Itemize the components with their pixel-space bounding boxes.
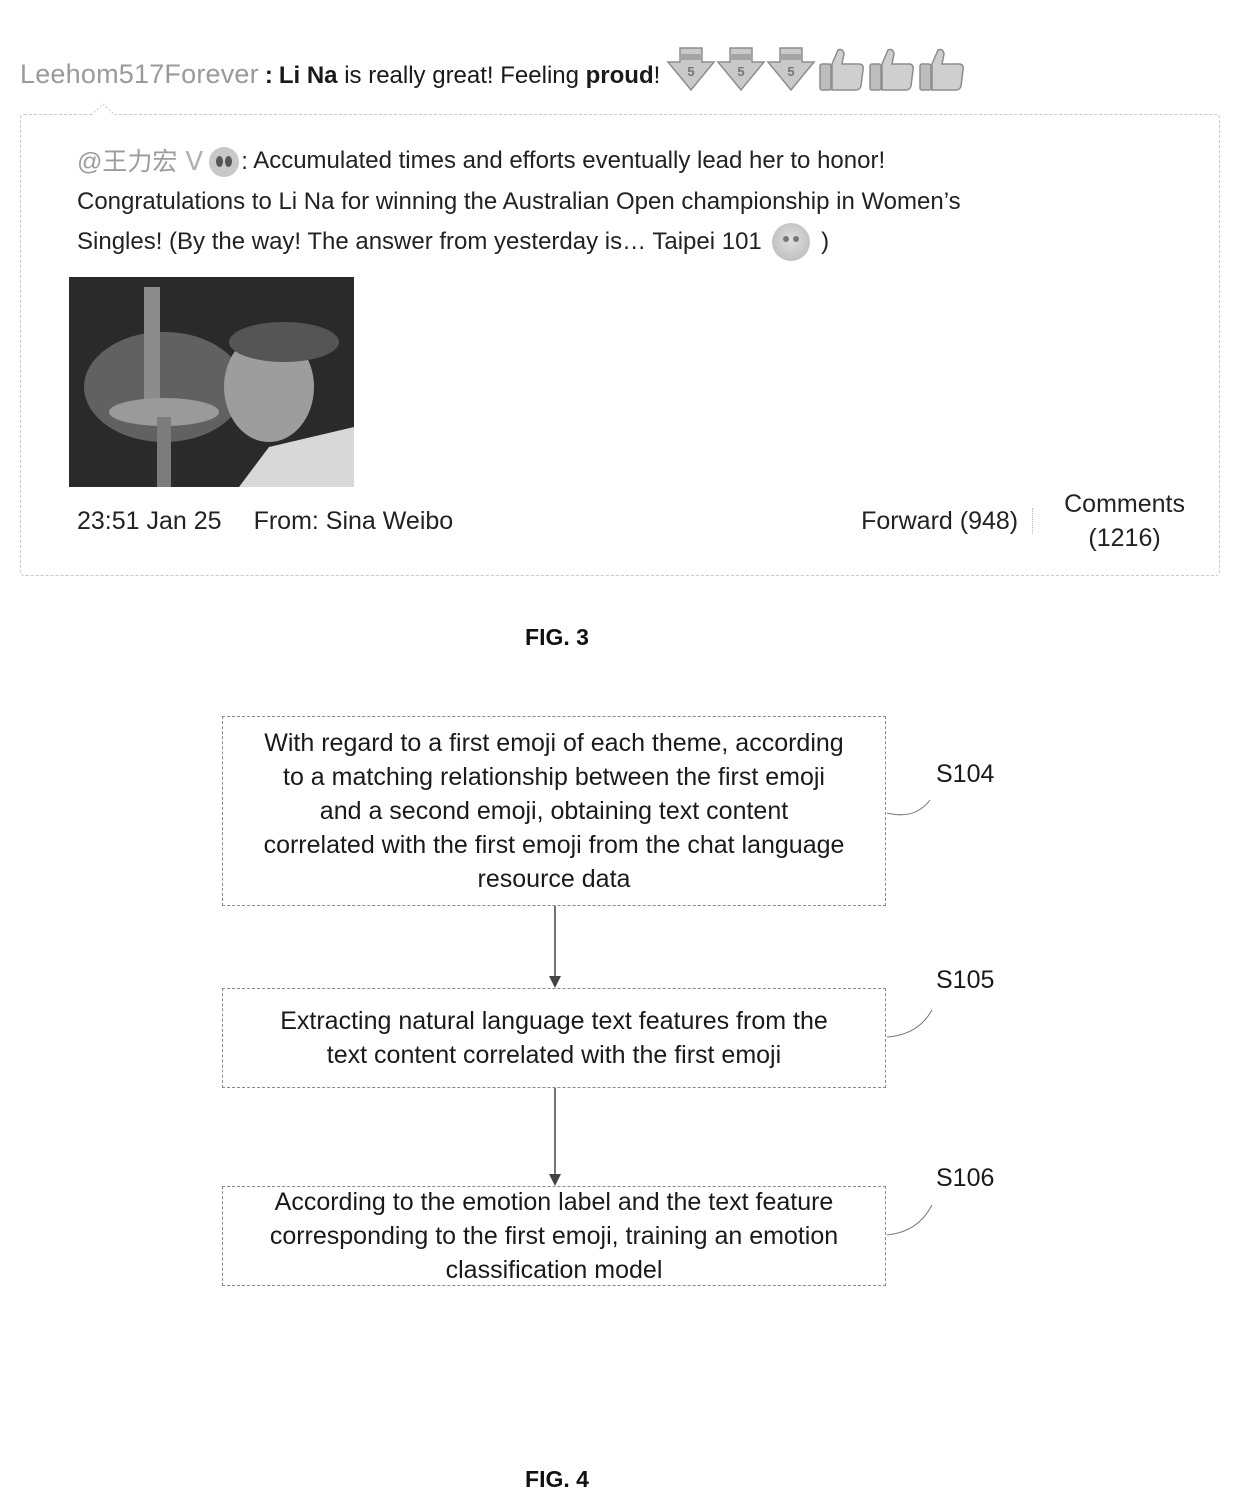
post-timestamp: 23:51 Jan 25: [77, 507, 222, 535]
thumbs-up-icon: [916, 46, 966, 92]
member-emoji-icon: [209, 146, 240, 177]
arrowhead-icon: [549, 976, 561, 988]
post-text-bold-proud: proud: [585, 62, 654, 89]
flow-step-s104: With regard to a first emoji of each the…: [222, 716, 886, 906]
post-meta: 23:51 Jan 25 From: Sina Weibo: [77, 507, 453, 536]
smiley-emoji-icon: [772, 223, 811, 262]
svg-text:5: 5: [688, 64, 695, 79]
medal-5-icon: 5: [666, 46, 716, 92]
leader-line-s105: [886, 1009, 933, 1038]
post-text: Li Na is really great! Feeling proud!: [279, 62, 660, 90]
figure-caption-3: FIG. 3: [525, 624, 589, 650]
comments-button[interactable]: Comments (1216): [1064, 487, 1185, 555]
step-text-line: classification model: [445, 1256, 663, 1284]
post-text-segment: is really great! Feeling: [337, 62, 586, 89]
emoji-row: 5 5 5: [666, 46, 966, 92]
comments-label: Comments: [1064, 490, 1185, 518]
quoted-post-card: @王力宏 V : Accumulated times and efforts e…: [20, 103, 1220, 576]
step-label-s104: S104: [936, 760, 995, 788]
step-text-line: and a second emoji, obtaining text conte…: [319, 797, 789, 825]
quote-line-2: Congratulations to Li Na for winning the…: [77, 187, 961, 215]
step-text-line: corresponding to the first emoji, traini…: [269, 1222, 839, 1250]
flow-step-s106: According to the emotion label and the t…: [222, 1186, 886, 1286]
card-pointer: [91, 103, 115, 115]
leader-line-s104: [886, 799, 931, 816]
post-source[interactable]: From: Sina Weibo: [254, 507, 454, 536]
flow-step-s105: Extracting natural language text feature…: [222, 988, 886, 1088]
step-text-line: According to the emotion label and the t…: [274, 1188, 834, 1216]
step-text-line: to a matching relationship between the f…: [283, 763, 825, 791]
quote-line-3: Singles! (By the way! The answer from ye…: [77, 227, 762, 255]
post-image[interactable]: [69, 277, 354, 487]
forward-button[interactable]: Forward (948): [861, 507, 1018, 536]
post-header: Leehom517Forever : Li Na is really great…: [20, 40, 966, 92]
mention-link[interactable]: @王力宏: [77, 142, 177, 182]
post-text-bold-name: Li Na: [278, 62, 338, 89]
trophy-photo: [69, 277, 354, 487]
quote-line-1: Accumulated times and efforts eventually…: [253, 147, 886, 174]
post-text-segment: !: [653, 62, 661, 89]
actions-divider: [1032, 508, 1034, 534]
step-label-s105: S105: [936, 966, 995, 994]
post-actions: Forward (948) Comments (1216): [861, 487, 1185, 555]
author-separator: :: [241, 147, 248, 175]
svg-text:5: 5: [788, 64, 795, 79]
verified-badge-icon: V: [185, 146, 204, 177]
figure-caption-4: FIG. 4: [525, 1466, 589, 1492]
quoted-post-text: @王力宏 V : Accumulated times and efforts e…: [77, 141, 1187, 262]
step-text-line: With regard to a first emoji of each the…: [264, 729, 844, 757]
step-text-line: correlated with the first emoji from the…: [263, 831, 845, 859]
svg-text:5: 5: [738, 64, 745, 79]
quoted-post-author: @王力宏 V :: [77, 142, 248, 182]
medal-5-icon: 5: [716, 46, 766, 92]
step-label-s106: S106: [936, 1164, 995, 1192]
step-text-line: text content correlated with the first e…: [326, 1041, 782, 1069]
username-separator: :: [264, 62, 273, 89]
comments-count: (1216): [1088, 524, 1161, 552]
thumbs-up-icon: [816, 46, 866, 92]
quote-line-3-end: ): [821, 227, 830, 255]
leader-line-s106: [886, 1204, 933, 1236]
thumbs-up-icon: [866, 46, 916, 92]
step-text-line: resource data: [477, 865, 631, 893]
step-text-line: Extracting natural language text feature…: [280, 1007, 828, 1035]
username-link[interactable]: Leehom517Forever: [20, 59, 259, 90]
medal-5-icon: 5: [766, 46, 816, 92]
